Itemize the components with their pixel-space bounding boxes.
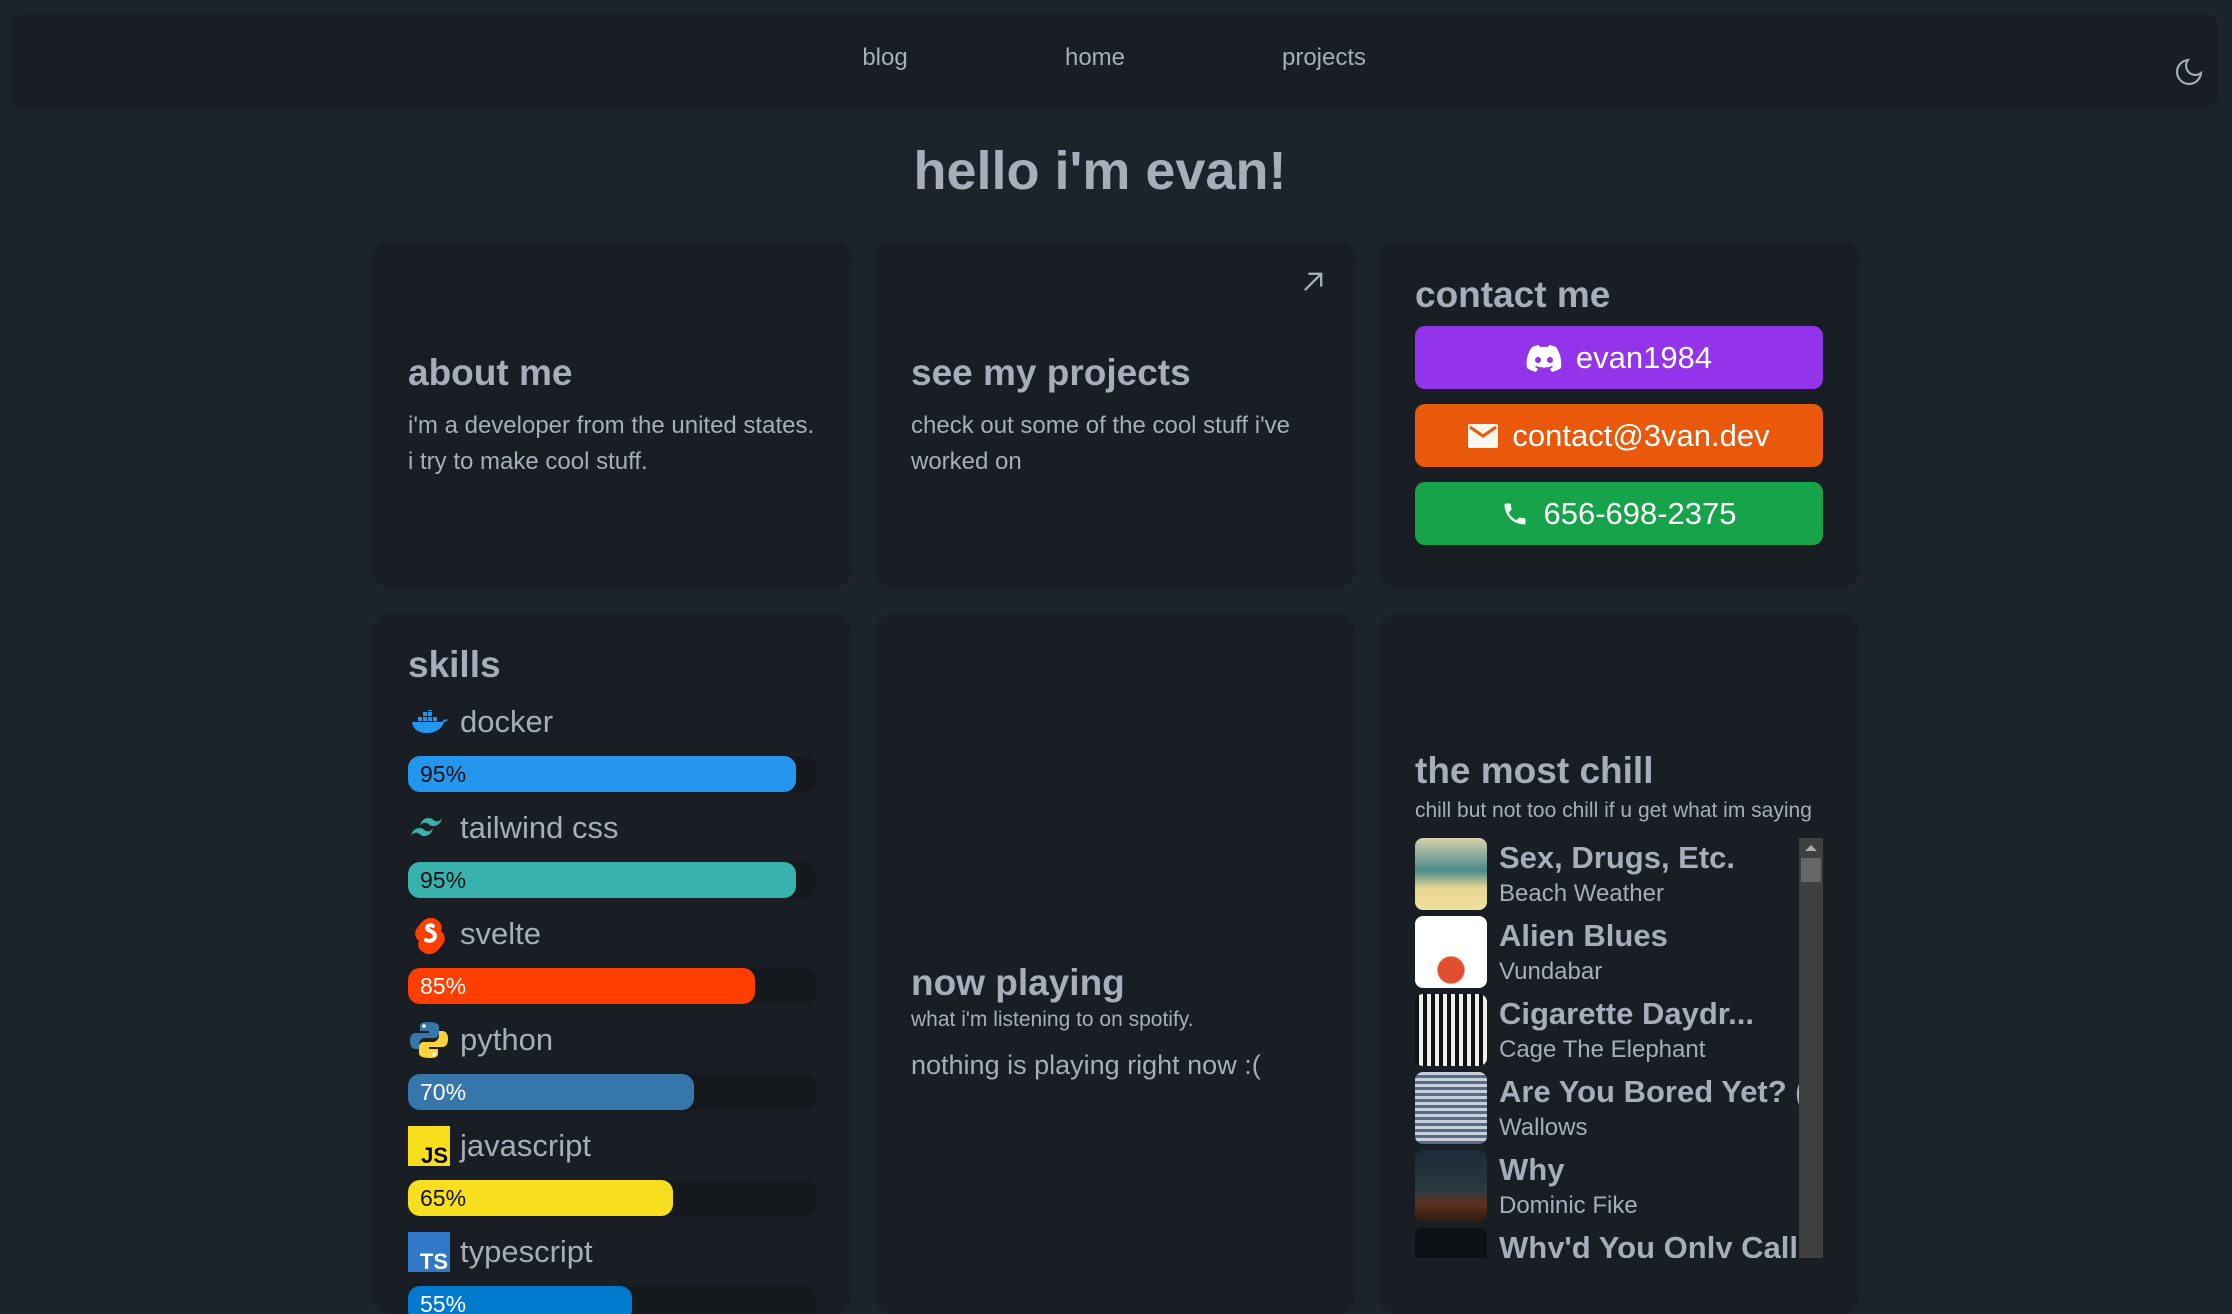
email-label: contact@3van.dev (1512, 417, 1770, 453)
skill-docker: docker 95% (408, 700, 816, 792)
skill-progress-fill: 85% (408, 968, 755, 1004)
now-playing-card: now playing what i'm listening to on spo… (875, 614, 1355, 1314)
song-item[interactable]: Cigarette Daydr... Cage The Elephant (1415, 994, 1823, 1072)
python-icon (408, 1020, 450, 1060)
skill-typescript: TS typescript 55% (408, 1230, 816, 1314)
discord-label: evan1984 (1575, 339, 1713, 375)
navbar: blog home projects (11, 14, 2218, 107)
skill-progress-bar: 85% (408, 968, 816, 1004)
song-artist: Beach Weather (1499, 880, 1664, 907)
tailwind-icon (408, 808, 450, 848)
song-item[interactable]: Why'd You Only Call Me... (1415, 1228, 1823, 1258)
skill-progress-bar: 65% (408, 1180, 816, 1216)
skill-svelte: svelte 85% (408, 912, 816, 1004)
skill-progress-fill: 95% (408, 756, 796, 792)
svg-text:TS: TS (420, 1249, 448, 1272)
nav-blog[interactable]: blog (862, 44, 907, 72)
album-art (1415, 838, 1487, 910)
skill-name: typescript (460, 1234, 593, 1269)
discord-button[interactable]: evan1984 (1415, 326, 1823, 389)
skill-name: svelte (460, 916, 541, 951)
page-title: hello i'm evan! (913, 141, 1287, 201)
album-art (1415, 1228, 1487, 1258)
skill-progress-fill: 65% (408, 1180, 674, 1216)
projects-title: see my projects (911, 352, 1191, 393)
about-card: about me i'm a developer from the united… (372, 242, 851, 588)
skill-progress-bar: 70% (408, 1074, 816, 1110)
song-title: Sex, Drugs, Etc. (1499, 840, 1736, 875)
skill-tailwind-css: tailwind css 95% (408, 806, 816, 898)
playlist-description: chill but not too chill if u get what im… (1415, 799, 1812, 822)
skill-javascript: JS javascript 65% (408, 1124, 816, 1216)
playlist-title: the most chill (1415, 750, 1654, 791)
song-item[interactable]: Are You Bored Yet? (... Wallows (1415, 1072, 1823, 1150)
song-item[interactable]: Sex, Drugs, Etc. Beach Weather (1415, 838, 1823, 916)
song-artist: Cage The Elephant (1499, 1036, 1706, 1063)
contact-card: contact me evan1984 contact@3van.dev 656… (1379, 242, 1859, 588)
skill-progress-fill: 70% (408, 1074, 694, 1110)
now-playing-title: now playing (911, 962, 1125, 1003)
song-item[interactable]: Why Dominic Fike (1415, 1150, 1823, 1228)
skill-progress-bar: 95% (408, 862, 816, 898)
song-list[interactable]: Sex, Drugs, Etc. Beach Weather Alien Blues… (1415, 838, 1823, 1258)
album-art (1415, 994, 1487, 1066)
arrow-up-right-icon (1304, 272, 1323, 291)
moon-icon[interactable] (2173, 56, 2205, 88)
skill-name: javascript (460, 1128, 591, 1163)
skills-title: skills (408, 644, 501, 685)
album-art (1415, 1072, 1487, 1144)
song-artist: Vundabar (1499, 958, 1603, 985)
album-art (1415, 916, 1487, 988)
song-title: Cigarette Daydr... (1499, 996, 1754, 1031)
song-item[interactable]: Alien Blues Vundabar (1415, 916, 1823, 994)
skill-name: docker (460, 704, 554, 739)
nav-home[interactable]: home (1065, 44, 1125, 72)
song-artist: Wallows (1499, 1114, 1588, 1141)
discord-icon (1526, 344, 1562, 372)
about-title: about me (408, 352, 573, 393)
skill-python: python 70% (408, 1018, 816, 1110)
now-playing-subtitle: what i'm listening to on spotify. (911, 1008, 1194, 1031)
phone-button[interactable]: 656-698-2375 (1415, 482, 1823, 545)
about-text: i'm a developer from the united states. … (408, 412, 815, 475)
song-title: Why'd You Only Call Me... (1499, 1230, 1799, 1258)
svelte-icon (408, 914, 450, 954)
phone-label: 656-698-2375 (1543, 495, 1737, 531)
skill-progress-fill: 95% (408, 862, 796, 898)
projects-text: check out some of the cool stuff i've wo… (911, 412, 1291, 475)
phone-icon (1504, 503, 1526, 524)
scrollbar[interactable] (1799, 838, 1823, 1258)
skill-progress-fill: 55% (408, 1286, 633, 1314)
projects-card[interactable]: see my projects check out some of the co… (875, 242, 1355, 588)
nav-projects[interactable]: projects (1282, 44, 1366, 72)
mail-icon (1468, 423, 1499, 448)
email-button[interactable]: contact@3van.dev (1415, 404, 1823, 467)
skills-card: skills docker 95% tailwind css 95% svelte … (372, 614, 851, 1314)
playlist-card: the most chill chill but not too chill i… (1379, 614, 1859, 1314)
song-title: Why (1499, 1152, 1565, 1187)
song-title: Alien Blues (1499, 918, 1668, 953)
song-artist: Dominic Fike (1499, 1192, 1638, 1219)
typescript-icon: TS (408, 1232, 450, 1272)
now-playing-status: nothing is playing right now :( (911, 1050, 1261, 1080)
docker-icon (408, 702, 450, 742)
skill-name: tailwind css (460, 810, 619, 845)
skill-progress-bar: 95% (408, 756, 816, 792)
javascript-icon: JS (408, 1126, 450, 1166)
scroll-up-arrow[interactable] (1805, 845, 1817, 851)
album-art (1415, 1150, 1487, 1222)
contact-title: contact me (1415, 274, 1611, 315)
scrollbar-thumb[interactable] (1801, 858, 1821, 882)
svg-text:JS: JS (421, 1143, 448, 1166)
skill-progress-bar: 55% (408, 1286, 816, 1314)
skill-name: python (460, 1022, 554, 1057)
song-title: Are You Bored Yet? (... (1499, 1074, 1799, 1109)
